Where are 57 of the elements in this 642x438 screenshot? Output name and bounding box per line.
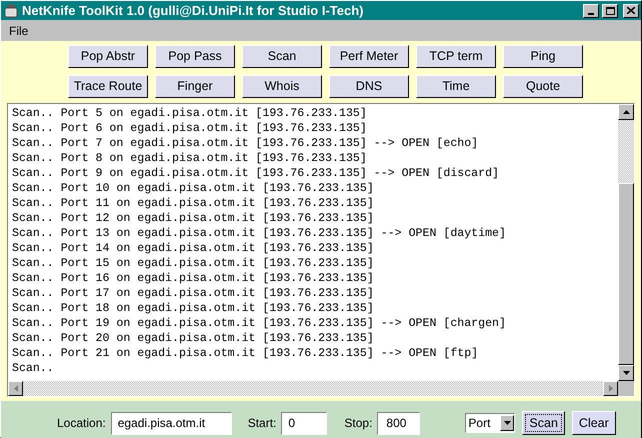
tool-button[interactable]: Scan: [242, 45, 322, 68]
scrollbar-corner: [618, 381, 634, 396]
output-line: Scan.. Port 6 on egadi.pisa.otm.it [193.76.233.135]: [12, 121, 367, 136]
tool-button[interactable]: Time: [416, 75, 496, 98]
maximize-button[interactable]: [602, 4, 618, 18]
output-line: Scan.. Port 12 on egadi.pisa.otm.it [193.76.233.135]: [12, 211, 374, 226]
location-field[interactable]: egadi.pisa.otm.it: [110, 412, 232, 434]
menu-item[interactable]: File: [9, 22, 28, 40]
app-icon: [3, 2, 19, 18]
tool-button[interactable]: Quote: [503, 75, 583, 98]
stop-label: Stop:: [344, 415, 372, 432]
tool-button[interactable]: Pop Abstr: [68, 45, 148, 68]
dropdown-arrow-icon: [504, 421, 511, 425]
left-arrow-icon: [14, 385, 18, 392]
output-line: Scan..: [12, 361, 54, 376]
tool-button[interactable]: Ping: [503, 45, 583, 68]
output-line: Scan.. Port 10 on egadi.pisa.otm.it [193.76.233.135]: [12, 181, 374, 196]
down-arrow-icon: [622, 371, 630, 375]
output-area[interactable]: [8, 104, 618, 381]
output-line: Scan.. Port 15 on egadi.pisa.otm.it [193.76.233.135]: [12, 256, 374, 271]
output-line: Scan.. Port 17 on egadi.pisa.otm.it [193.76.233.135]: [12, 286, 374, 301]
mode-dropdown[interactable]: Port: [465, 413, 516, 433]
tool-button[interactable]: Perf Meter: [329, 45, 409, 68]
location-label: Location:: [57, 415, 106, 432]
close-icon: [627, 7, 635, 14]
tool-button[interactable]: Trace Route: [68, 75, 148, 98]
tool-button[interactable]: TCP term: [416, 45, 496, 68]
stop-field[interactable]: 800: [377, 412, 420, 434]
start-field[interactable]: 0: [281, 412, 328, 434]
tool-button[interactable]: Pop Pass: [155, 45, 235, 68]
output-line: Scan.. Port 9 on egadi.pisa.otm.it [193.76.233.135] --> OPEN [discard]: [12, 166, 500, 181]
action-button[interactable]: Clear: [572, 411, 616, 435]
right-arrow-icon: [608, 385, 612, 392]
output-line: Scan.. Port 13 on egadi.pisa.otm.it [193.76.233.135] --> OPEN [daytime]: [12, 226, 506, 241]
output-line: Scan.. Port 20 on egadi.pisa.otm.it [193.76.233.135]: [12, 331, 374, 346]
output-line: Scan.. Port 18 on egadi.pisa.otm.it [193.76.233.135]: [12, 301, 374, 316]
start-label: Start:: [248, 415, 276, 432]
tool-button[interactable]: DNS: [329, 75, 409, 98]
output-line: Scan.. Port 16 on egadi.pisa.otm.it [193.76.233.135]: [12, 271, 374, 286]
output-line: Scan.. Port 8 on egadi.pisa.otm.it [193.76.233.135]: [12, 151, 367, 166]
window-title: NetKnife ToolKit 1.0 (gulli@Di.UniPi.It for Studio I-Tech): [22, 2, 365, 20]
close-button[interactable]: [623, 4, 639, 18]
output-line: Scan.. Port 19 on egadi.pisa.otm.it [193.76.233.135] --> OPEN [chargen]: [12, 316, 506, 331]
minimize-button[interactable]: [583, 4, 599, 18]
tool-button[interactable]: Finger: [155, 75, 235, 98]
horizontal-scrollbar[interactable]: [8, 381, 618, 396]
output-line: Scan.. Port 5 on egadi.pisa.otm.it [193.76.233.135]: [12, 106, 367, 121]
minimize-icon: [588, 12, 594, 14]
tool-button[interactable]: Whois: [242, 75, 322, 98]
output-line: Scan.. Port 7 on egadi.pisa.otm.it [193.76.233.135] --> OPEN [echo]: [12, 136, 478, 151]
output-line: Scan.. Port 11 on egadi.pisa.otm.it [193.76.233.135]: [12, 196, 374, 211]
up-arrow-icon: [622, 110, 630, 114]
output-line: Scan.. Port 21 on egadi.pisa.otm.it [193.76.233.135] --> OPEN [ftp]: [12, 346, 478, 361]
maximize-icon: [606, 6, 614, 14]
vertical-scrollbar[interactable]: [618, 104, 634, 381]
action-button[interactable]: Scan: [522, 411, 565, 435]
output-line: Scan.. Port 14 on egadi.pisa.otm.it [193.76.233.135]: [12, 241, 374, 256]
